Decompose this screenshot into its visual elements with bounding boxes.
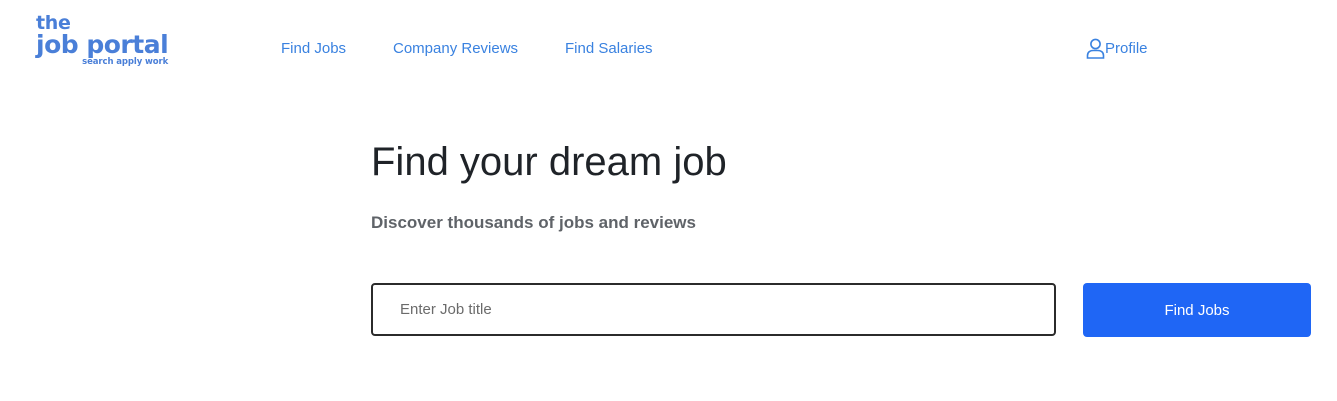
profile-label: Profile — [1105, 40, 1148, 57]
logo-line-2: job portal — [36, 30, 169, 59]
nav-find-salaries[interactable]: Find Salaries — [565, 40, 653, 57]
find-jobs-button[interactable]: Find Jobs — [1083, 283, 1311, 337]
nav-find-jobs[interactable]: Find Jobs — [281, 40, 346, 57]
logo-tagline: search apply work — [82, 57, 169, 67]
user-icon — [1086, 38, 1105, 59]
page: the job portal search apply work Find Jo… — [0, 0, 1337, 401]
logo[interactable]: the job portal search apply work — [36, 14, 169, 67]
hero-subtitle: Discover thousands of jobs and reviews — [371, 213, 696, 232]
job-title-input[interactable] — [371, 283, 1056, 336]
profile-link[interactable]: Profile — [1086, 38, 1148, 59]
hero-title: Find your dream job — [371, 140, 727, 184]
nav-company-reviews[interactable]: Company Reviews — [393, 40, 518, 57]
